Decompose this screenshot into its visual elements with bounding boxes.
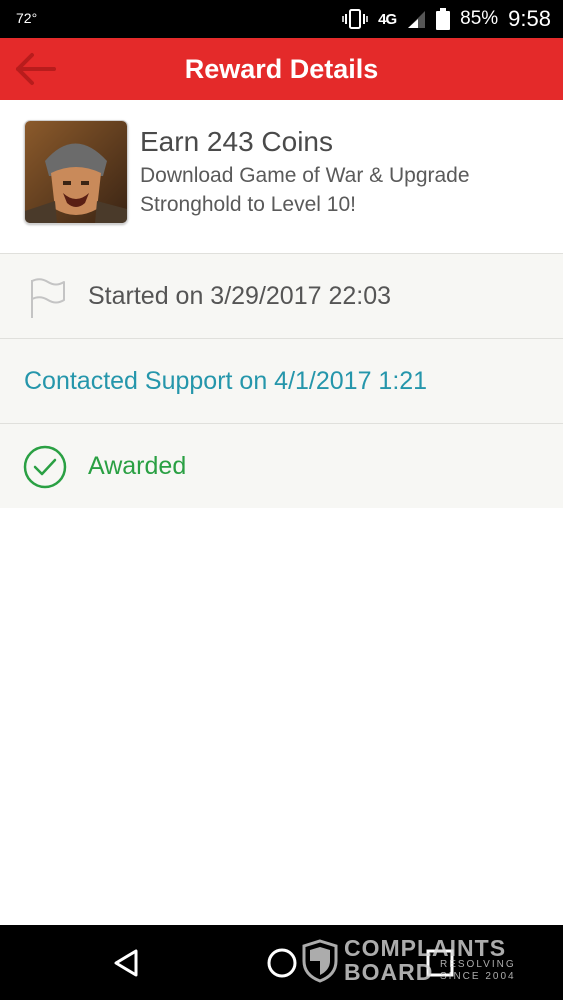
offer-header: Earn 243 Coins Download Game of War & Up…: [0, 100, 563, 254]
clock-text: 9:58: [508, 6, 551, 31]
awarded-text: Awarded: [88, 452, 187, 480]
nav-bar: COMPLAINTS BOARD RESOLVING SINCE 2004: [0, 925, 563, 1000]
arrow-left-icon: [16, 53, 56, 85]
offer-description: Download Game of War & Upgrade Stronghol…: [140, 164, 470, 216]
warrior-image-icon: [25, 121, 127, 223]
shield-icon: [302, 939, 338, 983]
network-4g-lte-icon: 4G: [378, 10, 397, 28]
status-indicators: 4G 85% 9:58: [342, 4, 551, 34]
back-button[interactable]: [12, 50, 58, 88]
started-row: Started on 3/29/2017 22:03: [0, 254, 563, 339]
check-circle-icon: [23, 445, 67, 489]
watermark-brand-line1: COMPLAINTS: [344, 935, 507, 961]
flag-icon: [31, 278, 65, 318]
status-bar: 72° 4G 85% 9:58: [0, 0, 563, 38]
content-area: [0, 508, 563, 925]
support-row[interactable]: Contacted Support on 4/1/2017 1:21: [0, 339, 563, 424]
nav-back-button[interactable]: [106, 943, 146, 983]
home-circle-icon: [267, 948, 297, 978]
battery-icon: [436, 8, 451, 30]
awarded-row: Awarded: [0, 424, 563, 509]
vibrate-icon: [342, 9, 368, 29]
offer-title: Earn 243 Coins: [140, 126, 334, 157]
watermark-tagline-line2: SINCE 2004: [440, 971, 516, 982]
app-bar: Reward Details: [0, 38, 563, 100]
contacted-support-text[interactable]: Contacted Support on 4/1/2017 1:21: [24, 339, 427, 423]
temperature-text: 72°: [16, 10, 38, 26]
back-triangle-icon: [114, 949, 138, 977]
game-thumbnail: [24, 120, 128, 224]
started-text: Started on 3/29/2017 22:03: [88, 282, 392, 310]
battery-percent-text: 85%: [460, 8, 499, 29]
watermark: COMPLAINTS BOARD RESOLVING SINCE 2004: [302, 935, 532, 991]
signal-icon: [408, 11, 426, 28]
nav-home-button[interactable]: [262, 943, 302, 983]
watermark-tagline-line1: RESOLVING: [440, 959, 516, 970]
page-title: Reward Details: [184, 54, 379, 84]
watermark-brand-line2: BOARD: [344, 959, 434, 985]
